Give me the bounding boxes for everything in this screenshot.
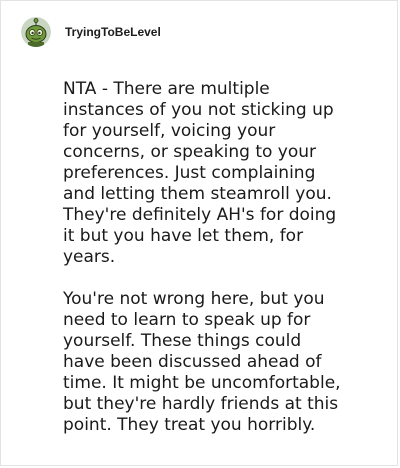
comment-line: years. <box>63 247 116 267</box>
comment-line: They're definitely AH's for doing <box>63 205 337 225</box>
avatar[interactable] <box>21 17 51 47</box>
comment-line: for yourself, voicing your <box>63 121 276 141</box>
comment-line: point. They treat you horribly. <box>63 415 316 435</box>
comment-card: TryingToBeLevel NTA - There are multiple… <box>0 0 398 466</box>
comment-line: concerns, or speaking to your <box>63 142 317 162</box>
comment-body: NTA - There are multiple instances of yo… <box>63 79 397 436</box>
comment-line: but they're hardly friends at this <box>63 394 339 414</box>
comment-line: instances of you not sticking up <box>63 100 334 120</box>
comment-line: preferences. Just complaining <box>63 163 316 183</box>
comment-line: have been discussed ahead of <box>63 352 322 372</box>
comment-line: it but you have let them, for <box>63 226 304 246</box>
comment-header: TryingToBeLevel <box>21 17 161 47</box>
comment-line: NTA - There are multiple <box>63 79 270 99</box>
snoo-avatar-icon <box>21 17 51 47</box>
comment-paragraph-2: You're not wrong here, but you need to l… <box>63 289 397 436</box>
comment-line: yourself. These things could <box>63 331 302 351</box>
comment-paragraph-1: NTA - There are multiple instances of yo… <box>63 79 397 268</box>
username[interactable]: TryingToBeLevel <box>65 25 161 39</box>
comment-line: and letting them steamroll you. <box>63 184 332 204</box>
comment-line: time. It might be uncomfortable, <box>63 373 341 393</box>
comment-line: You're not wrong here, but you <box>63 289 325 309</box>
comment-line: need to learn to speak up for <box>63 310 311 330</box>
